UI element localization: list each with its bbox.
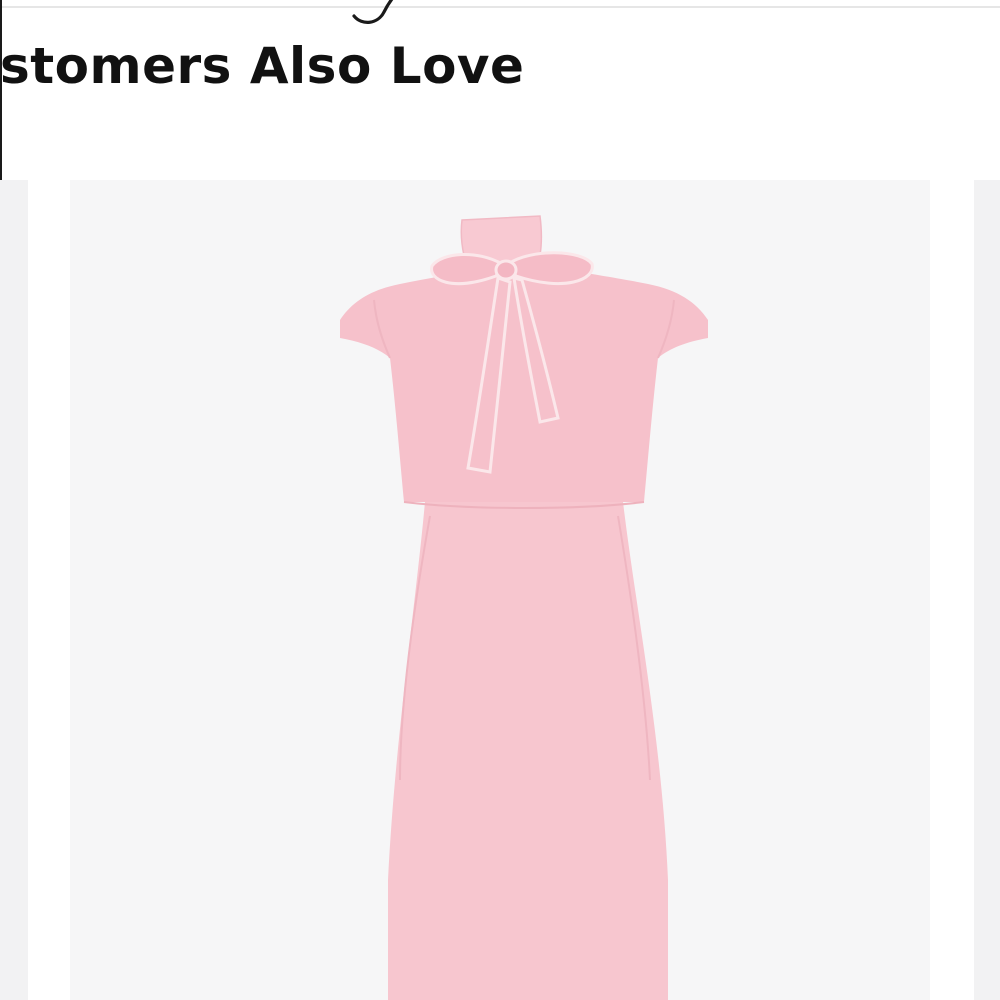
header-divider [0, 6, 1000, 8]
script-logo-fragment-icon [352, 0, 394, 24]
product-recommendations-page: stomers Also Love [0, 0, 1000, 1000]
next-product-card[interactable] [974, 180, 1000, 1000]
previous-product-card[interactable] [0, 180, 28, 1000]
section-heading: stomers Also Love [0, 37, 525, 95]
product-carousel[interactable] [0, 180, 1000, 1000]
pink-tie-neck-dress-image[interactable] [70, 180, 930, 1000]
product-card[interactable] [70, 180, 930, 1000]
